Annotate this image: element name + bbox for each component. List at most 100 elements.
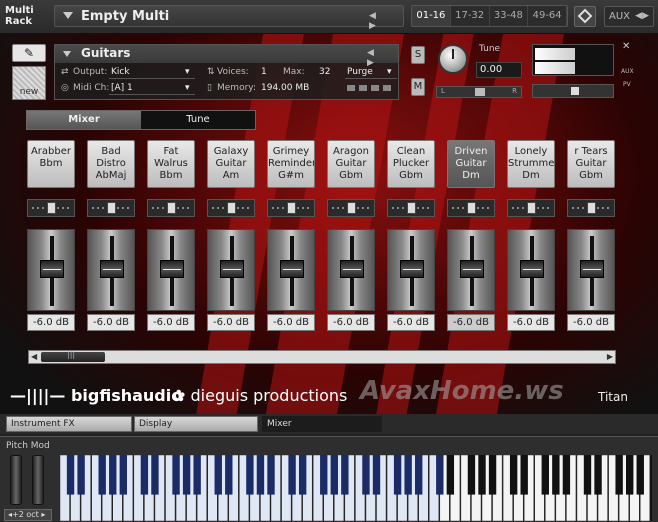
channel-name-button[interactable]: Bad Distro AbMaj bbox=[87, 140, 135, 188]
black-key[interactable] bbox=[172, 455, 180, 495]
channel-pan[interactable] bbox=[567, 199, 615, 217]
pan-slider[interactable]: L R bbox=[436, 86, 522, 98]
octave-shift-right-icon[interactable]: ▸ bbox=[39, 510, 45, 519]
channel-pan[interactable] bbox=[87, 199, 135, 217]
black-key[interactable] bbox=[541, 455, 549, 495]
scroll-thumb[interactable] bbox=[41, 350, 105, 362]
channel-pan[interactable] bbox=[387, 199, 435, 217]
channel-db-value[interactable]: -6.0 dB bbox=[447, 314, 495, 331]
black-key[interactable] bbox=[77, 455, 85, 495]
channel-name-button[interactable]: r Tears Guitar Gbm bbox=[567, 140, 615, 188]
black-key[interactable] bbox=[66, 455, 75, 495]
multi-nav-arrows[interactable]: ◀ ▶ bbox=[369, 11, 403, 31]
fader-cap[interactable] bbox=[100, 260, 124, 278]
black-key[interactable] bbox=[636, 455, 644, 495]
black-key[interactable] bbox=[298, 455, 307, 495]
channel-pan[interactable] bbox=[207, 199, 255, 217]
channel-db-value[interactable]: -6.0 dB bbox=[27, 314, 75, 331]
channel-scrollbar[interactable]: ◀ ▶ bbox=[28, 350, 616, 364]
channel-pan[interactable] bbox=[27, 199, 75, 217]
fader-cap[interactable] bbox=[400, 260, 424, 278]
page-tab-3[interactable]: 33-48 bbox=[490, 6, 529, 26]
black-key[interactable] bbox=[583, 455, 592, 495]
black-key[interactable] bbox=[214, 455, 222, 495]
black-key[interactable] bbox=[488, 455, 497, 495]
channel-name-button[interactable]: Arabber Bbm bbox=[27, 140, 75, 188]
solo-button[interactable]: S bbox=[411, 46, 425, 64]
fader-cap[interactable] bbox=[580, 260, 604, 278]
channel-pan[interactable] bbox=[267, 199, 315, 217]
multi-name-dropdown[interactable]: Empty Multi ◀ ▶ bbox=[54, 5, 404, 31]
pan-knob[interactable] bbox=[167, 202, 176, 214]
black-key[interactable] bbox=[119, 455, 127, 495]
piano-keyboard[interactable] bbox=[60, 455, 652, 521]
channel-fader[interactable] bbox=[567, 229, 615, 311]
fader-cap[interactable] bbox=[520, 260, 544, 278]
instrument-title-bar[interactable]: Guitars ◀ ▶ bbox=[55, 45, 398, 68]
black-key[interactable] bbox=[404, 455, 412, 495]
black-key[interactable] bbox=[467, 455, 476, 495]
tab-tune[interactable]: Tune bbox=[141, 111, 255, 129]
channel-fader[interactable] bbox=[267, 229, 315, 311]
channel-fader[interactable] bbox=[87, 229, 135, 311]
black-key[interactable] bbox=[362, 455, 370, 495]
pitch-wheel[interactable] bbox=[10, 455, 22, 505]
channel-fader[interactable] bbox=[447, 229, 495, 311]
black-key[interactable] bbox=[256, 455, 265, 495]
channel-pan[interactable] bbox=[447, 199, 495, 217]
channel-db-value[interactable]: -6.0 dB bbox=[267, 314, 315, 331]
black-key[interactable] bbox=[436, 455, 444, 495]
aux-indicator[interactable]: AUX bbox=[621, 68, 634, 75]
black-key[interactable] bbox=[372, 455, 381, 495]
channel-db-value[interactable]: -6.0 dB bbox=[387, 314, 435, 331]
black-key[interactable] bbox=[478, 455, 486, 495]
fader-cap[interactable] bbox=[280, 260, 304, 278]
page-tab-2[interactable]: 17-32 bbox=[451, 6, 490, 26]
channel-name-button[interactable]: Aragon Guitar Gbm bbox=[327, 140, 375, 188]
channel-fader[interactable] bbox=[27, 229, 75, 311]
connect-icon[interactable] bbox=[574, 6, 596, 27]
mute-button[interactable]: M bbox=[411, 78, 425, 96]
channel-db-value[interactable]: -6.0 dB bbox=[87, 314, 135, 331]
pan-knob[interactable] bbox=[47, 202, 56, 214]
close-icon[interactable]: ✕ bbox=[622, 41, 630, 52]
tune-value[interactable]: 0.00 bbox=[476, 62, 522, 78]
pan-knob[interactable] bbox=[107, 202, 116, 214]
channel-name-button[interactable]: Clean Plucker Gbm bbox=[387, 140, 435, 188]
fader-cap[interactable] bbox=[220, 260, 244, 278]
black-key[interactable] bbox=[151, 455, 159, 495]
black-key[interactable] bbox=[267, 455, 275, 495]
octave-shift[interactable]: ◂+2 oct ▸ bbox=[4, 509, 52, 521]
black-key[interactable] bbox=[246, 455, 254, 495]
channel-fader[interactable] bbox=[327, 229, 375, 311]
wrench-icon[interactable]: ✎ bbox=[12, 44, 46, 62]
max-voices-value[interactable]: 32 bbox=[319, 67, 330, 77]
black-key[interactable] bbox=[140, 455, 149, 495]
purge-menu[interactable]: Purge ▾ bbox=[345, 66, 397, 79]
black-key[interactable] bbox=[509, 455, 518, 495]
black-key[interactable] bbox=[288, 455, 296, 495]
channel-fader[interactable] bbox=[507, 229, 555, 311]
volume-slider[interactable] bbox=[532, 84, 614, 98]
page-tab-1[interactable]: 01-16 bbox=[412, 6, 451, 26]
scroll-left-icon[interactable]: ◀ bbox=[31, 352, 37, 361]
pan-knob[interactable] bbox=[467, 202, 476, 214]
black-key[interactable] bbox=[594, 455, 602, 495]
black-key[interactable] bbox=[225, 455, 233, 495]
page-tab-4[interactable]: 49-64 bbox=[528, 6, 567, 26]
channel-fader[interactable] bbox=[147, 229, 195, 311]
output-select[interactable]: Kick ▾ bbox=[109, 66, 195, 79]
black-key[interactable] bbox=[341, 455, 349, 495]
black-key[interactable] bbox=[193, 455, 201, 495]
black-key[interactable] bbox=[109, 455, 117, 495]
pan-knob[interactable] bbox=[227, 202, 236, 214]
channel-pan[interactable] bbox=[147, 199, 195, 217]
news-icon[interactable]: new bbox=[12, 66, 46, 100]
fader-cap[interactable] bbox=[340, 260, 364, 278]
instrument-nav-arrows[interactable]: ◀ ▶ bbox=[367, 48, 398, 68]
pv-indicator[interactable]: PV bbox=[623, 81, 631, 88]
pan-knob[interactable] bbox=[287, 202, 296, 214]
channel-db-value[interactable]: -6.0 dB bbox=[507, 314, 555, 331]
tab-instrument-fx[interactable]: Instrument FX bbox=[6, 416, 132, 432]
black-key[interactable] bbox=[330, 455, 338, 495]
